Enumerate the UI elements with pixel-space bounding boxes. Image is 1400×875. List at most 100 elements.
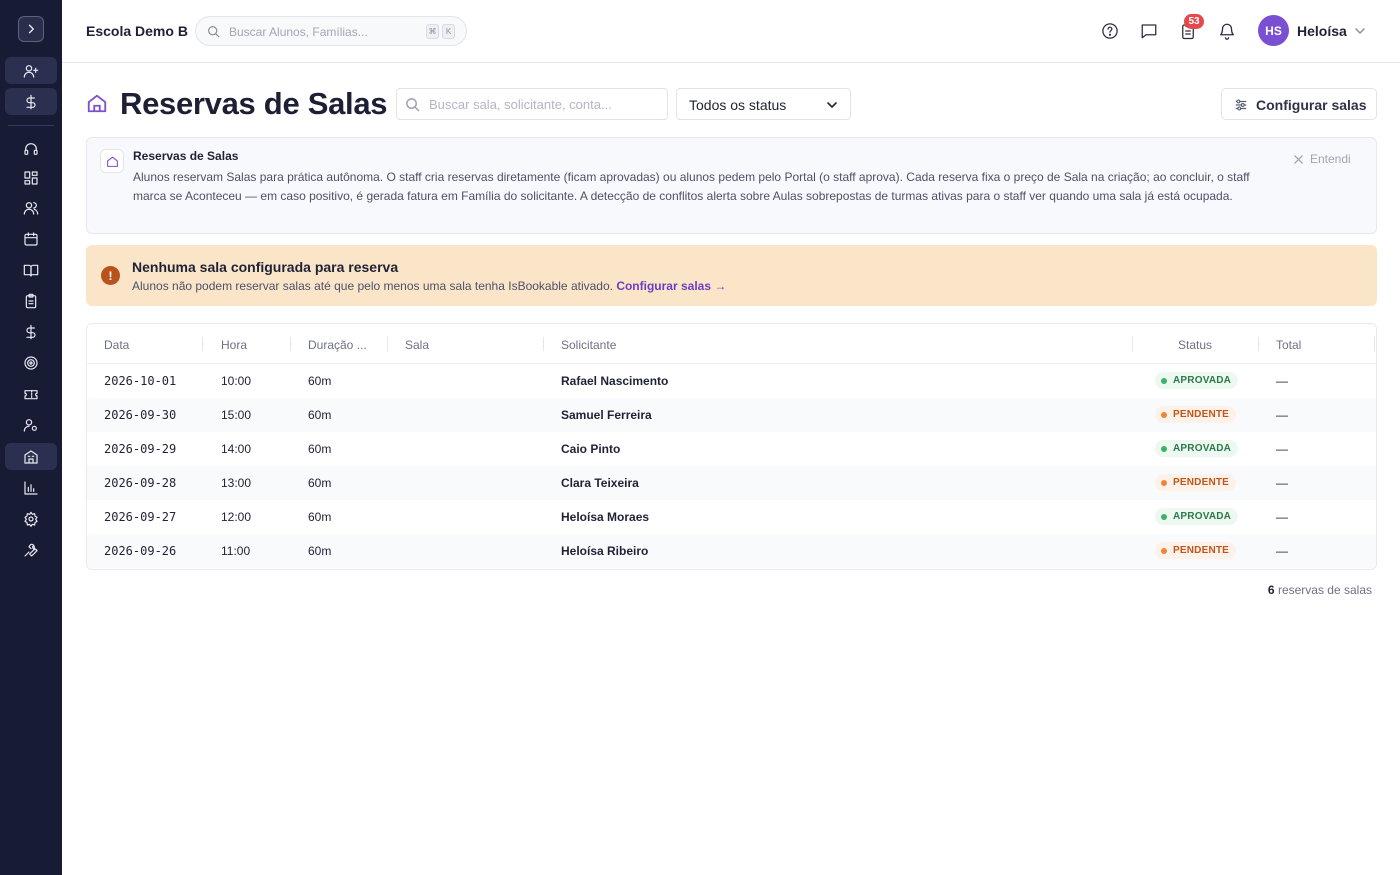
dismiss-info-label: Entendi [1310, 152, 1351, 166]
school-name[interactable]: Escola Demo B [86, 23, 188, 39]
column-resize-handle[interactable] [1374, 337, 1375, 351]
cell-requester: Rafael Nascimento [561, 374, 669, 388]
column-resize-handle[interactable] [543, 337, 544, 351]
wrench-icon [24, 543, 38, 557]
sidebar-item-tasks[interactable] [5, 287, 57, 314]
results-count-label: reservas de salas [1277, 583, 1372, 597]
sidebar-item-courses[interactable] [5, 256, 57, 283]
messages-button[interactable] [1140, 22, 1158, 40]
cell-requester: Samuel Ferreira [561, 408, 652, 422]
sidebar-expand-button[interactable] [18, 16, 44, 42]
column-resize-handle[interactable] [290, 337, 291, 351]
table-row[interactable]: 2026-09-28 13:00 60m Clara Teixeira PEND… [87, 466, 1376, 500]
sidebar-item-goals[interactable] [5, 349, 57, 376]
cell-duration: 60m [308, 408, 332, 422]
cell-total: — [1276, 408, 1288, 422]
dollar-icon [26, 94, 36, 109]
book-open-icon [23, 264, 39, 277]
help-circle-icon [1102, 23, 1118, 39]
column-resize-handle[interactable] [1132, 337, 1133, 351]
status-badge-approved: APROVADA [1155, 372, 1239, 389]
configure-rooms-link[interactable]: Configurar salas → [616, 279, 726, 293]
chevron-down-icon[interactable] [1354, 25, 1366, 37]
column-header-date[interactable]: Data [104, 338, 129, 352]
status-badge-pending: PENDENTE [1155, 406, 1237, 423]
sidebar-item-settings[interactable] [5, 505, 57, 532]
user-name[interactable]: Heloísa [1297, 23, 1347, 39]
sidebar-item-tickets[interactable] [5, 380, 57, 407]
sidebar-item-calendar[interactable] [5, 225, 57, 252]
column-header-status[interactable]: Status [1178, 338, 1212, 352]
alert-message: Alunos não podem reservar salas até que … [132, 279, 613, 293]
column-resize-handle[interactable] [202, 337, 203, 351]
results-count: 6 reservas de salas [1268, 583, 1372, 597]
status-badge-approved: APROVADA [1155, 508, 1239, 525]
bell-icon [1219, 23, 1235, 40]
shortcut-key-k: K [442, 24, 455, 39]
bar-chart-icon [24, 480, 38, 495]
column-header-room[interactable]: Sala [405, 338, 429, 352]
configure-rooms-label: Configurar salas [1256, 97, 1367, 113]
configure-rooms-button[interactable]: Configurar salas [1221, 88, 1377, 120]
sidebar-item-support[interactable] [5, 135, 57, 162]
cell-time: 13:00 [221, 476, 252, 490]
column-header-total[interactable]: Total [1276, 338, 1301, 352]
sidebar [0, 0, 62, 875]
sidebar-item-people[interactable] [5, 194, 57, 221]
table-row[interactable]: 2026-09-30 15:00 60m Samuel Ferreira PEN… [87, 398, 1376, 432]
sidebar-item-finance[interactable] [5, 88, 57, 115]
column-header-duration[interactable]: Duração ... [308, 338, 367, 352]
global-search-placeholder: Buscar Alunos, Famílias... [229, 25, 368, 39]
cell-date: 2026-09-27 [104, 510, 177, 524]
room-search-input[interactable]: Buscar sala, solicitante, conta... [396, 88, 668, 120]
help-button[interactable] [1101, 22, 1119, 40]
column-header-time[interactable]: Hora [221, 338, 247, 352]
target-icon [24, 355, 38, 370]
status-text: PENDENTE [1173, 477, 1230, 488]
headset-icon [24, 142, 38, 155]
sidebar-item-rooms[interactable] [5, 443, 57, 470]
grid-icon [24, 170, 38, 185]
notifications-button[interactable] [1218, 22, 1236, 40]
ticket-icon [24, 389, 38, 399]
status-filter-value: Todos os status [689, 97, 787, 113]
user-avatar[interactable]: HS [1258, 15, 1289, 46]
cell-requester: Heloísa Ribeiro [561, 544, 649, 558]
calendar-icon [24, 231, 38, 246]
sidebar-item-tools[interactable] [5, 536, 57, 563]
chevron-right-icon [28, 24, 34, 34]
users-icon [23, 201, 39, 215]
table-row[interactable]: 2026-09-29 14:00 60m Caio Pinto APROVADA… [87, 432, 1376, 466]
cell-requester: Heloísa Moraes [561, 510, 650, 524]
sidebar-item-add-user[interactable] [5, 57, 57, 84]
status-dot [1161, 547, 1167, 554]
cell-requester: Clara Teixeira [561, 476, 639, 490]
column-resize-handle[interactable] [387, 337, 388, 351]
column-header-requester[interactable]: Solicitante [561, 338, 616, 352]
bookings-table: Data Hora Duração ... Sala Solicitante S… [86, 323, 1377, 570]
dismiss-info-button[interactable]: Entendi [1293, 152, 1351, 166]
page-title: Reservas de Salas [120, 86, 388, 121]
status-badge-approved: APROVADA [1155, 440, 1239, 457]
sidebar-item-reports[interactable] [5, 474, 57, 501]
status-badge-pending: PENDENTE [1155, 474, 1237, 491]
status-filter-select[interactable]: Todos os status [676, 88, 851, 120]
sidebar-item-dashboard[interactable] [5, 164, 57, 191]
column-resize-handle[interactable] [1258, 337, 1259, 351]
cell-date: 2026-09-29 [104, 442, 177, 456]
global-search-input[interactable]: Buscar Alunos, Famílias... ⌘ K [195, 16, 467, 46]
user-plus-icon [23, 64, 39, 78]
table-row[interactable]: 2026-09-26 11:00 60m Heloísa Ribeiro PEN… [87, 534, 1376, 568]
table-row[interactable]: 2026-09-27 12:00 60m Heloísa Moraes APRO… [87, 500, 1376, 534]
sidebar-item-staff[interactable] [5, 411, 57, 438]
no-bookable-rooms-alert: ! Nenhuma sala configurada para reserva … [86, 245, 1377, 306]
status-badge-pending: PENDENTE [1155, 542, 1237, 559]
cell-total: — [1276, 544, 1288, 558]
status-text: APROVADA [1173, 443, 1232, 454]
table-row[interactable]: 2026-10-01 10:00 60m Rafael Nascimento A… [87, 364, 1376, 398]
cell-time: 10:00 [221, 374, 252, 388]
shortcut-key-cmd: ⌘ [426, 24, 439, 39]
cell-time: 11:00 [221, 544, 251, 558]
sidebar-item-billing[interactable] [5, 318, 57, 345]
top-header: Escola Demo B Buscar Alunos, Famílias...… [62, 0, 1400, 63]
